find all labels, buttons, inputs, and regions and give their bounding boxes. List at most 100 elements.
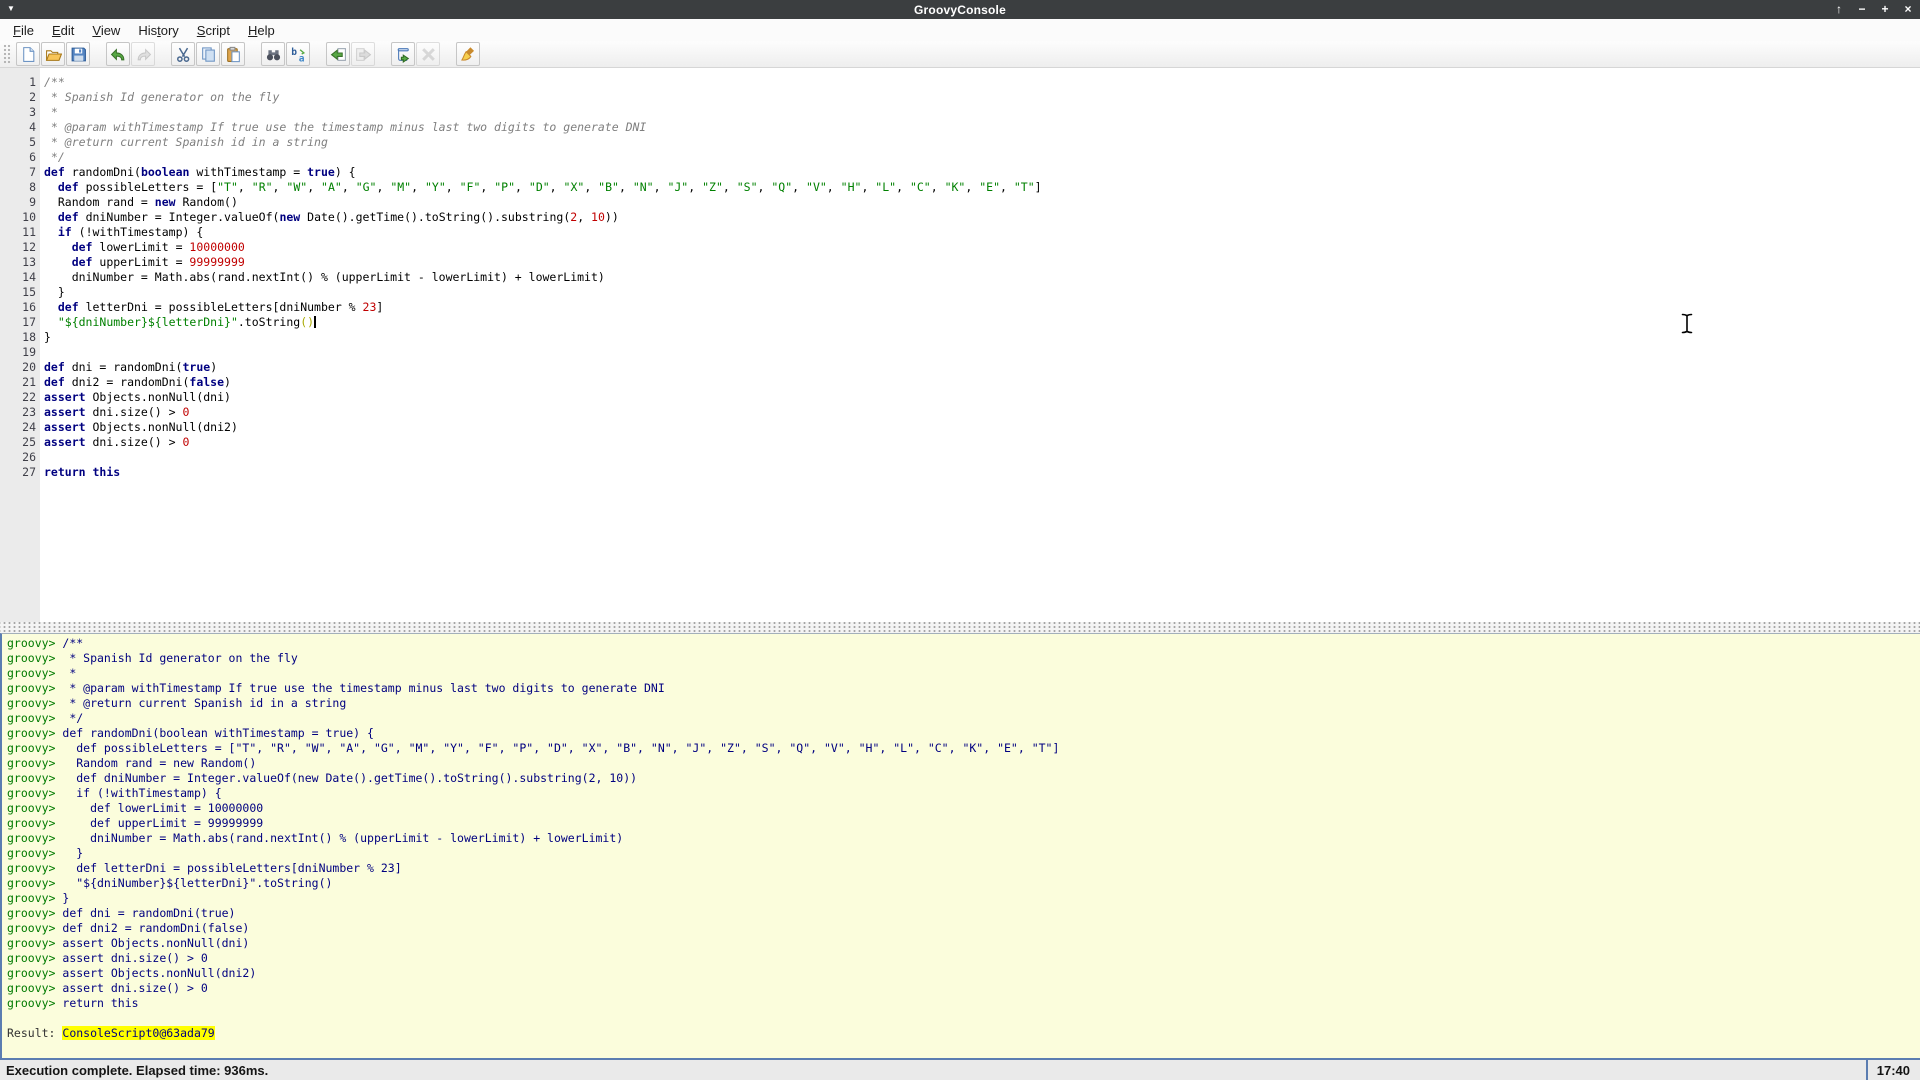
line-number: 2	[0, 90, 36, 105]
shade-window-button[interactable]: ↑	[1832, 0, 1846, 19]
groovy-prompt: groovy>	[7, 906, 62, 920]
replace-button[interactable]: ba	[286, 42, 310, 66]
output-line: groovy> def possibleLetters = ["T", "R",…	[2, 741, 1920, 756]
toolbar-drag-handle[interactable]	[3, 44, 12, 64]
execute-script-button[interactable]	[391, 42, 415, 66]
undo-icon	[110, 46, 127, 63]
save-file-button[interactable]	[66, 42, 90, 66]
output-code: def dni = randomDni(true)	[62, 906, 235, 920]
code-editor[interactable]: 1/**2 * Spanish Id generator on the fly3…	[0, 68, 1920, 622]
paste-icon	[225, 46, 242, 63]
line-number: 11	[0, 225, 36, 240]
output-lines: groovy> /**groovy> * Spanish Id generato…	[2, 636, 1920, 1011]
execute-icon	[395, 46, 412, 63]
new-file-button[interactable]	[16, 42, 40, 66]
output-code: * Spanish Id generator on the fly	[62, 651, 297, 665]
output-line: groovy> * @param withTimestamp If true u…	[2, 681, 1920, 696]
find-button[interactable]	[261, 42, 285, 66]
groovy-console-window: ▼ GroovyConsole ↑−+× FileEditViewHistory…	[0, 0, 1920, 1080]
output-line: groovy> def dni2 = randomDni(false)	[2, 921, 1920, 936]
line-number: 7	[0, 165, 36, 180]
menu-edit[interactable]: Edit	[43, 21, 83, 40]
line-number: 14	[0, 270, 36, 285]
output-code: "${dniNumber}${letterDni}".toString()	[62, 876, 332, 890]
menu-history[interactable]: History	[129, 21, 187, 40]
clear-output-button[interactable]	[456, 42, 480, 66]
status-bar: Execution complete. Elapsed time: 936ms.…	[0, 1058, 1920, 1080]
result-value: ConsoleScript0@63ada79	[62, 1026, 214, 1040]
window-menu-icon[interactable]: ▼	[7, 5, 15, 13]
close-window-button[interactable]: ×	[1901, 0, 1915, 19]
output-line: groovy> */	[2, 711, 1920, 726]
line-number: 26	[0, 450, 36, 465]
clear-output-icon	[460, 46, 477, 63]
output-line: groovy> *	[2, 666, 1920, 681]
groovy-prompt: groovy>	[7, 801, 62, 815]
output-line: groovy> }	[2, 846, 1920, 861]
undo-button[interactable]	[106, 42, 130, 66]
output-code: }	[62, 891, 69, 905]
open-file-button[interactable]	[41, 42, 65, 66]
output-line: groovy> def letterDni = possibleLetters[…	[2, 861, 1920, 876]
groovy-prompt: groovy>	[7, 996, 62, 1010]
cut-button[interactable]	[171, 42, 195, 66]
find-icon	[265, 46, 282, 63]
line-number: 6	[0, 150, 36, 165]
window-controls: ↑−+ ×	[1832, 0, 1915, 19]
line-number: 20	[0, 360, 36, 375]
copy-button[interactable]	[196, 42, 220, 66]
output-line: groovy> def randomDni(boolean withTimest…	[2, 726, 1920, 741]
pane-splitter[interactable]	[0, 622, 1920, 633]
svg-text:a: a	[298, 53, 304, 63]
output-pane[interactable]: groovy> /**groovy> * Spanish Id generato…	[0, 633, 1920, 1058]
output-line: groovy> def upperLimit = 99999999	[2, 816, 1920, 831]
code-line: 6 */	[0, 150, 1920, 165]
output-code: assert dni.size() > 0	[62, 981, 207, 995]
groovy-prompt: groovy>	[7, 816, 62, 830]
groovy-prompt: groovy>	[7, 666, 62, 680]
code-line: 1/**	[0, 75, 1920, 90]
code-line: 11 if (!withTimestamp) {	[0, 225, 1920, 240]
menu-view[interactable]: View	[83, 21, 129, 40]
toolbar-separator	[156, 54, 171, 55]
code-line: 10 def dniNumber = Integer.valueOf(new D…	[0, 210, 1920, 225]
maximize-window-button[interactable]: +	[1878, 0, 1892, 19]
line-number: 18	[0, 330, 36, 345]
groovy-prompt: groovy>	[7, 876, 62, 890]
menu-file[interactable]: File	[4, 21, 43, 40]
output-line: groovy> /**	[2, 636, 1920, 651]
groovy-prompt: groovy>	[7, 771, 62, 785]
output-code: /**	[62, 636, 83, 650]
history-next-button	[351, 42, 375, 66]
code-line: 27return this	[0, 465, 1920, 480]
open-file-icon	[45, 46, 62, 63]
redo-icon	[135, 46, 152, 63]
code-line: 3 *	[0, 105, 1920, 120]
line-number: 21	[0, 375, 36, 390]
line-number: 9	[0, 195, 36, 210]
output-code: return this	[62, 996, 138, 1010]
code-line: 13 def upperLimit = 99999999	[0, 255, 1920, 270]
title-bar[interactable]: ▼ GroovyConsole ↑−+×	[0, 0, 1920, 19]
code-line: 4 * @param withTimestamp If true use the…	[0, 120, 1920, 135]
line-number: 4	[0, 120, 36, 135]
groovy-prompt: groovy>	[7, 966, 62, 980]
code-line: 17 "${dniNumber}${letterDni}".toString()	[0, 315, 1920, 330]
code-line: 16 def letterDni = possibleLetters[dniNu…	[0, 300, 1920, 315]
history-previous-button[interactable]	[326, 42, 350, 66]
code-lines: 1/**2 * Spanish Id generator on the fly3…	[0, 68, 1920, 480]
output-code: assert dni.size() > 0	[62, 951, 207, 965]
line-number: 10	[0, 210, 36, 225]
groovy-prompt: groovy>	[7, 636, 62, 650]
minimize-window-button[interactable]: −	[1855, 0, 1869, 19]
toolbar-separator	[441, 54, 456, 55]
output-line: groovy> if (!withTimestamp) {	[2, 786, 1920, 801]
output-code: def randomDni(boolean withTimestamp = tr…	[62, 726, 374, 740]
menu-script[interactable]: Script	[188, 21, 239, 40]
line-number: 13	[0, 255, 36, 270]
line-number: 24	[0, 420, 36, 435]
paste-button[interactable]	[221, 42, 245, 66]
groovy-prompt: groovy>	[7, 741, 62, 755]
menu-help[interactable]: Help	[239, 21, 284, 40]
status-message: Execution complete. Elapsed time: 936ms.	[0, 1063, 1866, 1078]
